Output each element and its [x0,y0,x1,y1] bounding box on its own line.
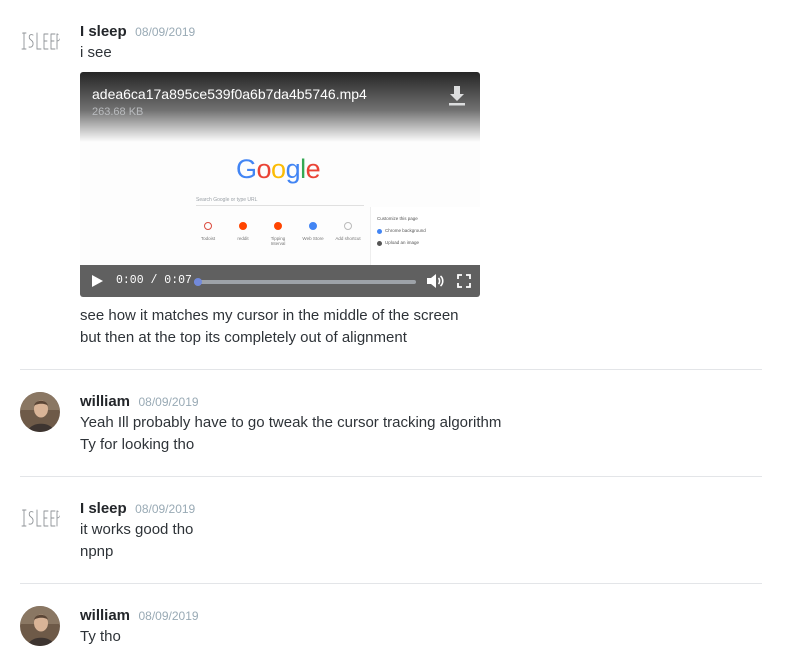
video-controls: 0:00 / 0:07 [80,265,480,297]
timestamp: 08/09/2019 [138,395,199,409]
avatar-isleep[interactable] [20,499,60,539]
tile-label: Tipping Interval [270,236,286,246]
panel-row: Chrome background [377,225,474,237]
video-preview-side-panel: Customize this page Chrome background Up… [370,207,480,265]
tile-label: Add shortcut [335,236,361,241]
avatar-william[interactable] [20,392,60,432]
tile-icon [204,222,212,230]
message-divider [20,476,762,477]
logo-letter: G [236,154,257,184]
panel-title: Customize this page [377,216,418,221]
tile-label: Todoist [200,236,216,241]
video-preview-tile: reddit [230,222,256,241]
avatar-william[interactable] [20,606,60,646]
message-line: but then at the top its completely out o… [80,329,407,346]
video-filename[interactable]: adea6ca17a895ce539f0a6b7da4b5746.mp4 [92,86,367,102]
video-preview-logo: Google [236,154,321,185]
message-header: william 08/09/2019 [80,392,762,412]
message-header: I sleep 08/09/2019 [80,22,762,42]
panel-row-icon [377,228,382,234]
message-header: william 08/09/2019 [80,606,762,626]
tile-label: reddit [237,236,249,241]
message-divider [20,369,762,370]
panel-row: Upload an image [377,237,474,249]
isleep-avatar-sketch-icon [21,32,60,50]
tile-icon [344,222,352,230]
video-time: 0:00 / 0:07 [116,274,192,287]
video-preview-search: Search Google or type URL [196,194,364,206]
timestamp: 08/09/2019 [135,25,196,39]
video-attachment[interactable]: Google Search Google or type URL Todoist… [80,72,480,297]
logo-letter: o [256,154,272,184]
video-preview-tile: Add shortcut [335,222,361,241]
message-line: see how it matches my cursor in the midd… [80,307,459,324]
video-preview-tile: Web Store [300,222,326,241]
message-line: Ty tho [80,628,121,645]
volume-icon[interactable] [426,273,444,289]
message-line: it works good tho [80,521,194,538]
play-icon[interactable] [90,274,104,288]
username[interactable]: william [80,607,130,624]
avatar-isleep[interactable] [20,22,60,62]
message-line: Yeah Ill probably have to go tweak the c… [80,414,502,431]
video-preview-tile: Todoist [195,222,221,241]
tile-icon [274,222,282,230]
download-icon[interactable] [448,85,466,107]
tile-icon [239,222,247,230]
fullscreen-icon[interactable] [457,274,471,288]
username[interactable]: william [80,393,130,410]
isleep-avatar-sketch-icon [21,509,60,527]
timestamp: 08/09/2019 [135,502,196,516]
message-line: i see [80,44,112,61]
panel-row-icon [377,240,382,246]
username[interactable]: I sleep [80,23,127,40]
message-line: npnp [80,543,114,560]
tile-icon [309,222,317,230]
video-progress-handle[interactable] [194,278,203,286]
video-preview-tile: Tipping Interval [265,222,291,246]
video-filesize: 263.68 KB [92,106,144,118]
message-continuation: see how it matches my cursor in the midd… [80,305,459,349]
message-header: I sleep 08/09/2019 [80,499,762,519]
username[interactable]: I sleep [80,500,127,517]
panel-row-label: Upload an image [385,240,420,245]
message-divider [20,583,762,584]
timestamp: 08/09/2019 [138,609,199,623]
panel-row-label: Chrome background [385,228,426,233]
tile-label: Web Store [302,236,324,241]
william-avatar-photo-icon [20,606,60,646]
logo-letter: e [305,154,321,184]
logo-letter: o [271,154,286,184]
logo-letter: g [285,154,301,184]
video-progress-bar[interactable] [194,278,416,286]
william-avatar-photo-icon [20,392,60,432]
video-header-overlay: adea6ca17a895ce539f0a6b7da4b5746.mp4 263… [80,72,480,142]
message-line: Ty for looking tho [80,436,195,453]
